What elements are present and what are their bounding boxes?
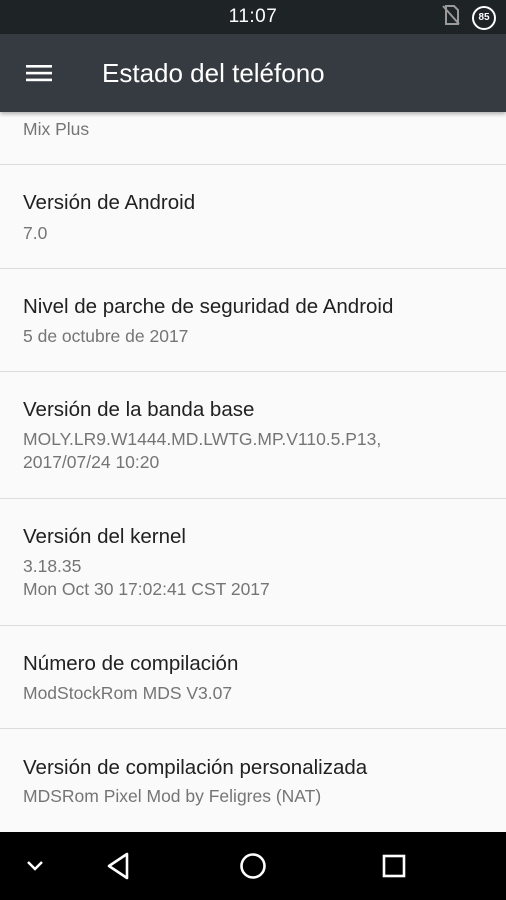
- list-item-baseband[interactable]: Versión de la banda base MOLY.LR9.W1444.…: [0, 372, 506, 499]
- app-bar: Estado del teléfono: [0, 34, 506, 112]
- status-time: 11:07: [228, 6, 278, 27]
- list-item-android-version[interactable]: Versión de Android 7.0: [0, 165, 506, 269]
- page-title: Estado del teléfono: [102, 58, 325, 88]
- item-value-line-2: Mon Oct 30 17:02:41 CST 2017: [23, 579, 270, 599]
- list-item-kernel[interactable]: Versión del kernel 3.18.35 Mon Oct 30 17…: [0, 499, 506, 626]
- item-value: 5 de octubre de 2017: [23, 326, 189, 346]
- item-value-line-2: 2017/07/24 10:20: [23, 452, 160, 472]
- menu-icon[interactable]: [22, 59, 56, 87]
- battery-level: 85: [478, 12, 490, 23]
- item-value-line-1: MOLY.LR9.W1444.MD.LWTG.MP.V110.5.P13,: [23, 429, 382, 449]
- status-bar: 11:07 85: [0, 0, 506, 34]
- item-title: Versión de Android: [23, 191, 196, 214]
- item-title: Número de compilación: [23, 652, 239, 675]
- chevron-down-icon[interactable]: [20, 846, 50, 886]
- recents-icon[interactable]: [378, 846, 410, 886]
- status-icons: 85: [442, 5, 496, 30]
- navigation-bar: [0, 832, 506, 900]
- list-item-model[interactable]: Mix Plus: [0, 112, 506, 165]
- item-title: Versión de compilación personalizada: [23, 756, 368, 779]
- back-icon[interactable]: [103, 846, 135, 886]
- list-item-security-patch[interactable]: Nivel de parche de seguridad de Android …: [0, 269, 506, 372]
- item-title: Nivel de parche de seguridad de Android: [23, 295, 394, 318]
- item-value: Mix Plus: [23, 119, 90, 139]
- battery-saver-icon: 85: [472, 5, 496, 30]
- item-title: Versión de la banda base: [23, 398, 255, 421]
- item-value-line-1: 3.18.35: [23, 556, 82, 576]
- list-item-build-number[interactable]: Número de compilación ModStockRom MDS V3…: [0, 626, 506, 729]
- item-value: 7.0: [23, 223, 48, 243]
- no-sim-icon: [442, 5, 460, 30]
- item-value: ModStockRom MDS V3.07: [23, 683, 233, 703]
- item-value: MDSRom Pixel Mod by Feligres (NAT): [23, 786, 322, 806]
- settings-list[interactable]: Mix Plus Versión de Android 7.0 Nivel de…: [0, 112, 506, 832]
- list-item-custom-build[interactable]: Versión de compilación personalizada MDS…: [0, 729, 506, 832]
- home-icon[interactable]: [237, 846, 269, 886]
- item-title: Versión del kernel: [23, 525, 186, 548]
